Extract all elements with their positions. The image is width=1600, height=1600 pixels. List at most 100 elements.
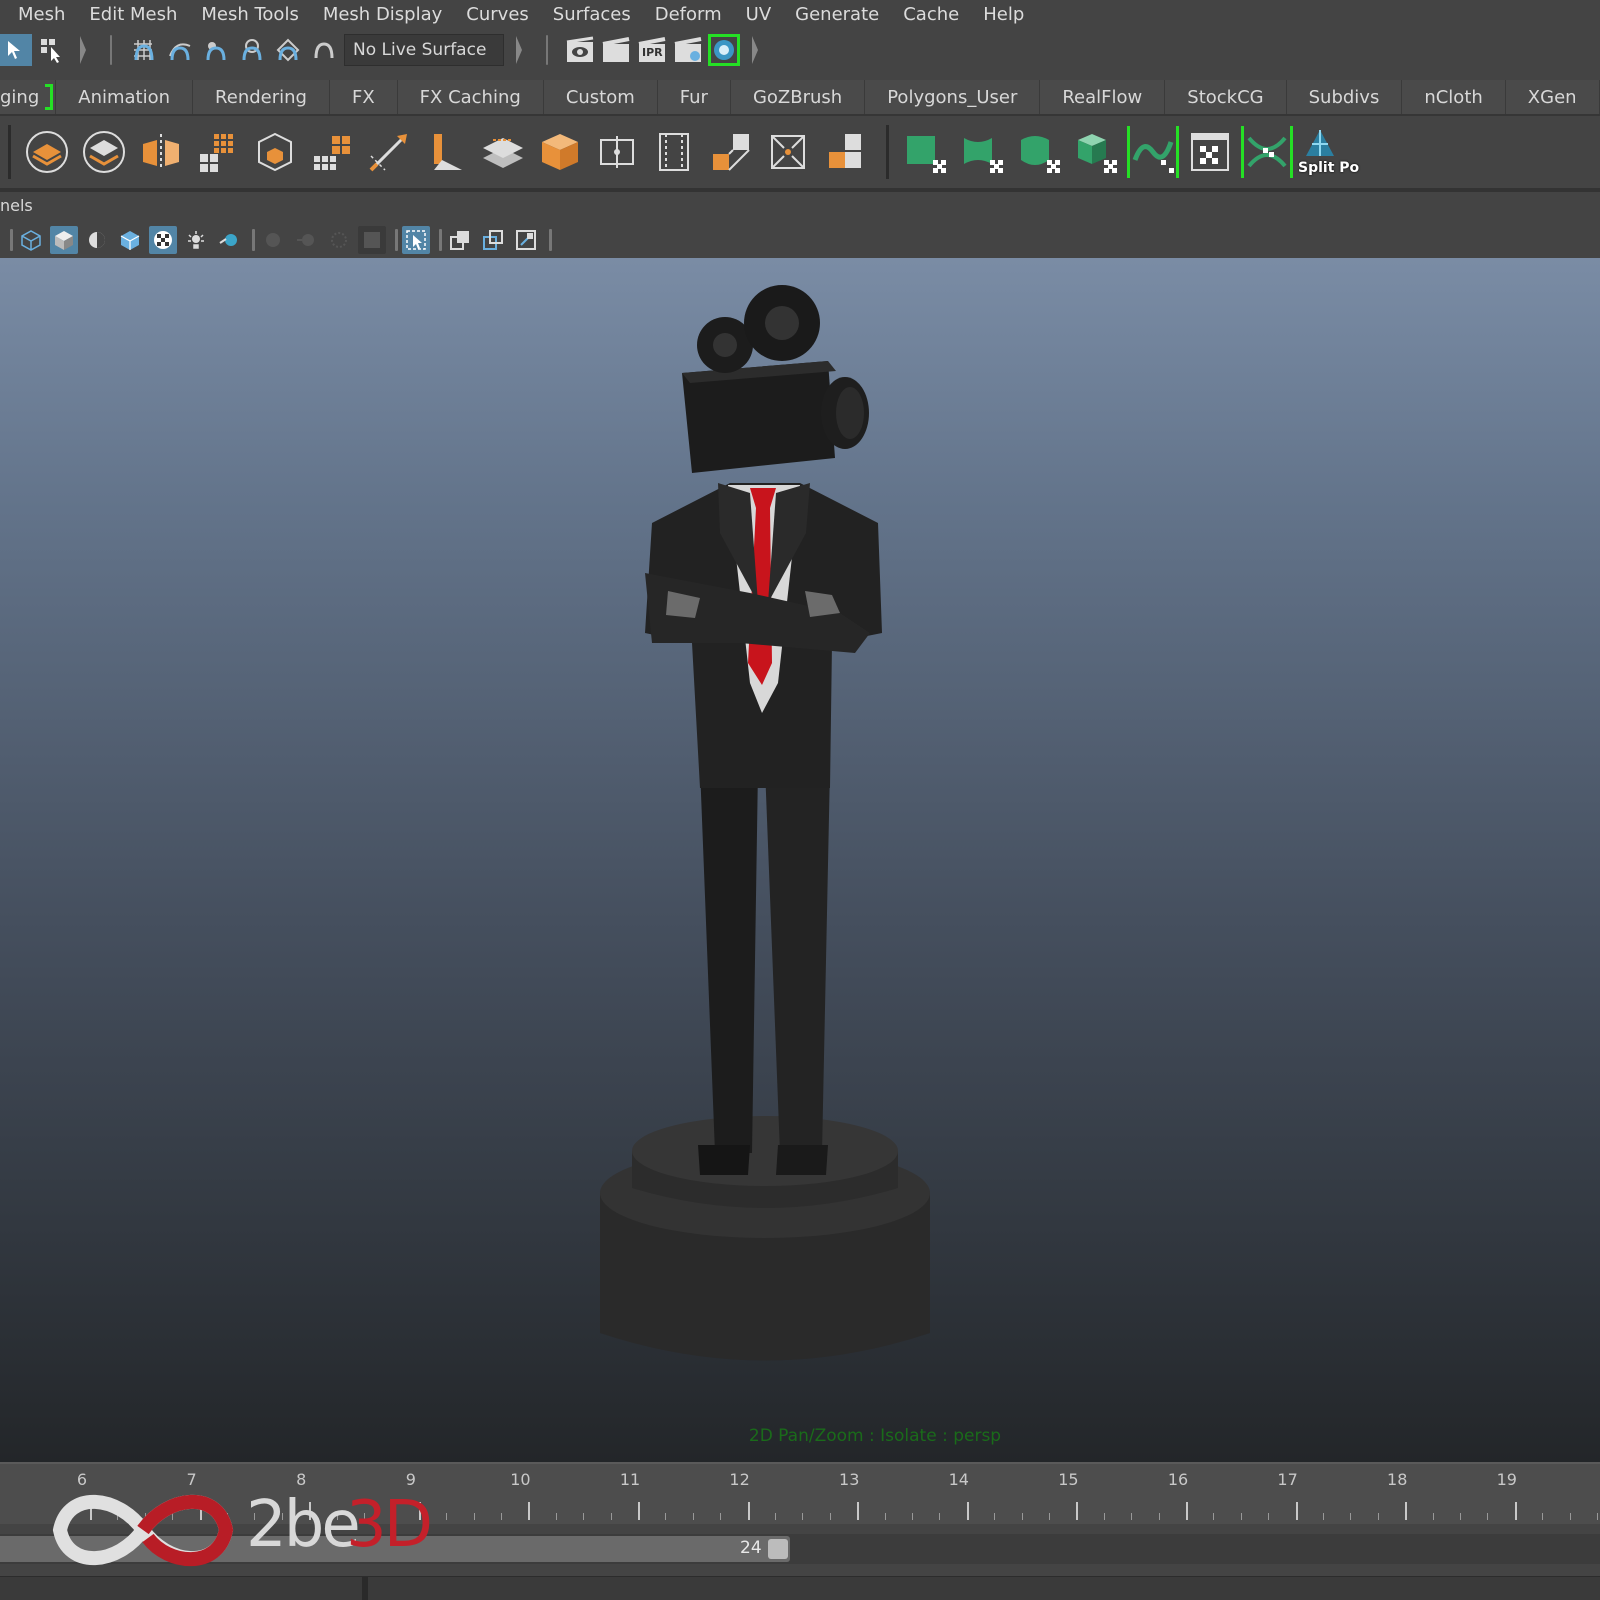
wireframe-on-shaded-icon[interactable] (116, 226, 144, 254)
combine-icon[interactable] (21, 126, 73, 178)
timeline-frame-label: 12 (729, 1470, 750, 1489)
render-current-frame-icon[interactable] (600, 34, 632, 66)
append-to-polygon-icon[interactable] (477, 126, 529, 178)
timeline-subtick (1432, 1513, 1434, 1520)
menu-edit-mesh[interactable]: Edit Mesh (89, 4, 177, 25)
select-by-object-icon[interactable] (36, 34, 68, 66)
menu-surfaces[interactable]: Surfaces (553, 4, 631, 25)
xray-joints-icon[interactable] (479, 226, 507, 254)
menu-panels[interactable]: nels (0, 196, 33, 215)
menu-cache[interactable]: Cache (903, 4, 959, 25)
maya-window: Mesh Edit Mesh Mesh Tools Mesh Display C… (0, 0, 1600, 1600)
motion-blur-icon[interactable] (292, 226, 320, 254)
timeline-subtick (583, 1513, 585, 1520)
xray-active-components-icon[interactable] (512, 226, 540, 254)
isolate-select-icon[interactable] (402, 226, 430, 254)
tab-stockcg[interactable]: StockCG (1165, 80, 1287, 114)
cube-icon[interactable] (534, 126, 586, 178)
timeline-subtick (610, 1513, 612, 1520)
uv-editor-icon[interactable] (1127, 126, 1179, 178)
toolbar-separator (549, 229, 552, 251)
tab-realflow[interactable]: RealFlow (1040, 80, 1166, 114)
snap-to-curve-icon[interactable] (164, 34, 196, 66)
cylindrical-mapping-icon[interactable] (1013, 126, 1065, 178)
snap-to-surface-icon[interactable] (272, 34, 304, 66)
render-settings-icon[interactable] (672, 34, 704, 66)
shelf-handle[interactable] (8, 125, 11, 179)
ipr-render-icon[interactable]: IPR (636, 34, 668, 66)
screen-space-ao-icon[interactable] (259, 226, 287, 254)
live-surface-field[interactable]: No Live Surface (344, 34, 504, 66)
tab-rendering[interactable]: Rendering (193, 80, 330, 114)
menu-mesh-tools[interactable]: Mesh Tools (201, 4, 298, 25)
split-polygon-label: Split Po (1298, 160, 1360, 176)
timeline-subtick (1487, 1513, 1489, 1520)
smooth-icon[interactable] (192, 126, 244, 178)
smooth-shade-icon[interactable] (50, 226, 78, 254)
use-all-lights-icon[interactable] (182, 226, 210, 254)
timeline-subtick (1268, 1513, 1270, 1520)
statue-model[interactable] (600, 283, 1000, 1403)
tab-fur[interactable]: Fur (657, 80, 731, 114)
insert-edge-loop-icon[interactable] (591, 126, 643, 178)
separate-icon[interactable] (78, 126, 130, 178)
menu-help[interactable]: Help (983, 4, 1024, 25)
shadows-icon[interactable] (215, 226, 243, 254)
timeline-frame-label: 15 (1058, 1470, 1079, 1489)
tab-animation[interactable]: Animation (56, 80, 194, 114)
menu-mesh[interactable]: Mesh (18, 4, 65, 25)
separator[interactable] (80, 36, 86, 64)
tab-polygons-user[interactable]: Polygons_User (865, 80, 1041, 114)
tab-custom[interactable]: Custom (543, 80, 658, 114)
tab-fx-caching[interactable]: FX Caching (397, 80, 544, 114)
tab-xgen[interactable]: XGen (1505, 80, 1600, 114)
snap-to-point-icon[interactable] (200, 34, 232, 66)
separator[interactable] (752, 36, 758, 64)
unfold-uv-icon[interactable] (1241, 126, 1293, 178)
textured-icon[interactable] (149, 226, 177, 254)
bridge-icon[interactable] (705, 126, 757, 178)
tab-ncloth[interactable]: nCloth (1402, 80, 1506, 114)
extrude-icon[interactable] (306, 126, 358, 178)
tab-rigging[interactable]: ging (0, 80, 57, 114)
wireframe-icon[interactable] (17, 226, 45, 254)
transfer-attributes-icon[interactable] (899, 126, 951, 178)
split-polygon-button[interactable]: Split Po (1298, 126, 1360, 178)
tab-fx[interactable]: FX (329, 80, 398, 114)
make-live-icon[interactable] (308, 34, 340, 66)
snap-to-grid-icon[interactable] (128, 34, 160, 66)
ipr-label: IPR (642, 46, 663, 59)
separator[interactable] (516, 36, 522, 64)
range-handle[interactable] (768, 1539, 788, 1559)
depth-of-field-icon[interactable] (358, 226, 386, 254)
anti-aliasing-icon[interactable] (325, 226, 353, 254)
tab-gozbrush[interactable]: GoZBrush (730, 80, 866, 114)
timeline-tick (857, 1502, 860, 1520)
tab-subdivs[interactable]: Subdivs (1286, 80, 1403, 114)
perspective-viewport[interactable]: 2D Pan/Zoom : Isolate : persp (0, 258, 1600, 1462)
xray-icon[interactable] (446, 226, 474, 254)
automatic-mapping-icon[interactable] (1070, 126, 1122, 178)
multi-cut-icon[interactable] (363, 126, 415, 178)
snap-to-view-plane-icon[interactable] (236, 34, 268, 66)
bevel-icon[interactable] (420, 126, 472, 178)
merge-to-center-icon[interactable] (762, 126, 814, 178)
select-by-hierarchy-icon[interactable] (0, 34, 32, 66)
planar-mapping-icon[interactable] (956, 126, 1008, 178)
timeline-subtick (994, 1513, 996, 1520)
poke-icon[interactable] (819, 126, 871, 178)
menu-uv[interactable]: UV (746, 4, 772, 25)
menu-curves[interactable]: Curves (466, 4, 528, 25)
hypershade-icon[interactable] (708, 34, 740, 66)
menu-mesh-display[interactable]: Mesh Display (323, 4, 442, 25)
offset-edge-loop-icon[interactable] (648, 126, 700, 178)
default-material-icon[interactable] (83, 226, 111, 254)
render-view-icon[interactable] (564, 34, 596, 66)
mirror-icon[interactable] (135, 126, 187, 178)
menu-generate[interactable]: Generate (795, 4, 879, 25)
timeline-subtick (1542, 1513, 1544, 1520)
uv-checker-icon[interactable] (1184, 126, 1236, 178)
menu-deform[interactable]: Deform (655, 4, 722, 25)
timeline-subtick (1049, 1513, 1050, 1520)
reduce-icon[interactable] (249, 126, 301, 178)
